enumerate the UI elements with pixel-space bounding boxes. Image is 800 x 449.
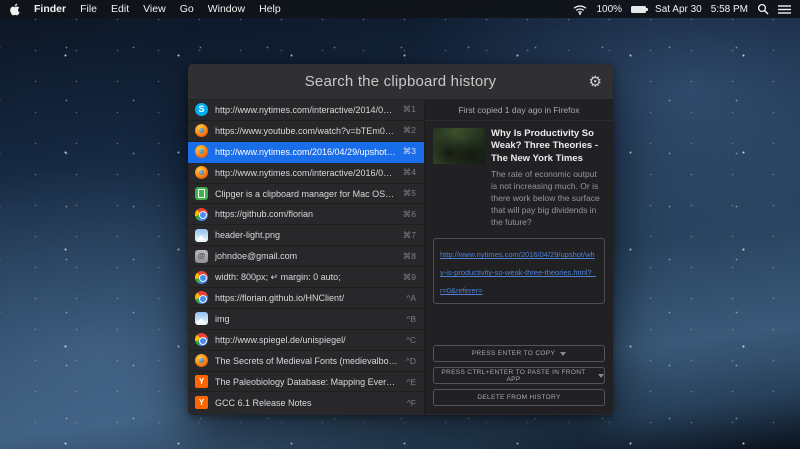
menu-window[interactable]: Window bbox=[208, 3, 245, 15]
item-shortcut: ⌘8 bbox=[402, 250, 416, 261]
item-shortcut: ⌘7 bbox=[402, 229, 416, 240]
menu-finder[interactable]: Finder bbox=[34, 3, 66, 15]
item-text: http://www.nytimes.com/interactive/2016/… bbox=[215, 167, 396, 178]
battery-icon[interactable] bbox=[631, 5, 649, 13]
hackernews-icon: Y bbox=[195, 375, 208, 389]
item-shortcut: ^B bbox=[406, 313, 416, 324]
list-item[interactable]: Y GCC 6.1 Release Notes ^F bbox=[188, 392, 424, 413]
spotlight-icon[interactable] bbox=[757, 3, 769, 15]
item-text: http://www.nytimes.com/interactive/2014/… bbox=[215, 104, 396, 115]
clipboard-history-list: S http://www.nytimes.com/interactive/201… bbox=[188, 100, 425, 414]
chevron-down-icon bbox=[560, 351, 567, 356]
firefox-icon bbox=[195, 354, 208, 368]
preview-description: The rate of economic output is not incre… bbox=[491, 169, 600, 227]
list-item[interactable]: http://www.spiegel.de/unispiegel/ ^C bbox=[188, 330, 424, 351]
item-shortcut: ⌘6 bbox=[402, 208, 416, 219]
skype-icon: S bbox=[195, 103, 208, 117]
item-shortcut: ⌘2 bbox=[402, 125, 416, 136]
menu-go[interactable]: Go bbox=[180, 3, 194, 15]
menu-time[interactable]: 5:58 PM bbox=[711, 4, 748, 15]
list-item-selected[interactable]: http://www.nytimes.com/2016/04/29/upshot… bbox=[188, 141, 424, 163]
menu-bar: Finder File Edit View Go Window Help 100… bbox=[0, 0, 800, 18]
copy-button[interactable]: PRESS ENTER TO COPY bbox=[433, 345, 605, 362]
copied-info: First copied 1 day ago in Firefox bbox=[425, 100, 613, 121]
notification-center-icon[interactable] bbox=[778, 4, 791, 15]
preview-pane: First copied 1 day ago in Firefox Why Is… bbox=[425, 100, 613, 414]
item-text: https://florian.github.io/HNClient/ bbox=[215, 292, 345, 303]
item-shortcut: ^D bbox=[405, 355, 416, 366]
item-shortcut: ^E bbox=[406, 376, 416, 387]
image-file-icon bbox=[195, 228, 208, 242]
copy-button-label: PRESS ENTER TO COPY bbox=[471, 350, 556, 357]
item-shortcut: ⌘9 bbox=[402, 271, 416, 282]
action-buttons: PRESS ENTER TO COPY PRESS CTRL+ENTER TO … bbox=[433, 345, 605, 406]
list-item[interactable]: https://florian.github.io/HNClient/ ^A bbox=[188, 288, 424, 309]
firefox-icon bbox=[195, 124, 208, 138]
preview-title: Why Is Productivity So Weak? Three Theor… bbox=[491, 128, 598, 164]
list-item[interactable]: The Secrets of Medieval Fonts (medievalb… bbox=[188, 351, 424, 372]
generic-app-icon: @ bbox=[195, 249, 208, 263]
battery-percent: 100% bbox=[596, 3, 623, 15]
menu-edit[interactable]: Edit bbox=[111, 3, 129, 15]
apple-menu-icon[interactable] bbox=[9, 3, 20, 16]
chrome-icon bbox=[195, 207, 208, 221]
menu-view[interactable]: View bbox=[143, 3, 166, 15]
item-text: header-light.png bbox=[215, 230, 281, 241]
item-text: https://www.youtube.com/watch?v=bTEm0q-V… bbox=[215, 125, 396, 136]
clipboard-panel: Search the clipboard history ⚙ S http://… bbox=[188, 64, 613, 415]
list-item[interactable]: S http://www.nytimes.com/interactive/201… bbox=[188, 100, 424, 121]
chrome-icon bbox=[195, 291, 208, 305]
clipger-app-icon bbox=[195, 187, 208, 200]
item-shortcut: ⌘5 bbox=[402, 188, 416, 198]
item-text: The Secrets of Medieval Fonts (medievalb… bbox=[215, 355, 399, 366]
article-thumbnail bbox=[433, 128, 485, 164]
menu-file[interactable]: File bbox=[80, 3, 97, 15]
menu-help[interactable]: Help bbox=[259, 3, 281, 15]
list-item[interactable]: header-light.png ⌘7 bbox=[188, 225, 424, 247]
delete-button-label: DELETE FROM HISTORY bbox=[477, 394, 561, 401]
list-item[interactable]: https://github.com/florian ⌘6 bbox=[188, 204, 424, 226]
wifi-icon[interactable] bbox=[573, 4, 587, 15]
item-text: http://www.nytimes.com/2016/04/29/upshot… bbox=[215, 146, 396, 157]
list-item[interactable]: http://www.nytimes.com/interactive/2016/… bbox=[188, 163, 424, 184]
list-item[interactable]: Clipger is a clipboard manager for Mac O… bbox=[188, 184, 424, 205]
item-shortcut: ⌘4 bbox=[402, 167, 416, 178]
item-text: The Paleobiology Database: Mapping Every… bbox=[215, 376, 399, 387]
preview-url-link[interactable]: http://www.nytimes.com/2016/04/29/upshot… bbox=[440, 250, 596, 295]
menu-date[interactable]: Sat Apr 30 bbox=[655, 4, 702, 15]
item-text: Clipger is a clipboard manager for Mac O… bbox=[215, 188, 396, 199]
image-file-icon bbox=[195, 312, 208, 326]
item-shortcut: ⌘1 bbox=[402, 104, 416, 115]
delete-from-history-button[interactable]: DELETE FROM HISTORY bbox=[433, 389, 605, 406]
list-item[interactable]: width: 800px; ↵ margin: 0 auto; ⌘9 bbox=[188, 267, 424, 289]
paste-front-app-button[interactable]: PRESS CTRL+ENTER TO PASTE IN FRONT APP bbox=[433, 367, 605, 384]
item-text: johndoe@gmail.com bbox=[215, 251, 298, 262]
firefox-icon bbox=[195, 145, 208, 159]
chrome-icon bbox=[195, 270, 208, 284]
item-text: http://www.spiegel.de/unispiegel/ bbox=[215, 334, 346, 345]
panel-header: Search the clipboard history ⚙ bbox=[188, 64, 613, 100]
item-text: GCC 6.1 Release Notes bbox=[215, 397, 312, 408]
item-shortcut: ^A bbox=[406, 292, 416, 303]
item-text: width: 800px; ↵ margin: 0 auto; bbox=[215, 271, 341, 282]
settings-gear-icon[interactable]: ⚙ bbox=[589, 74, 602, 89]
list-item[interactable]: Y The Paleobiology Database: Mapping Eve… bbox=[188, 372, 424, 393]
item-shortcut: ^C bbox=[405, 334, 416, 345]
hackernews-icon: Y bbox=[195, 396, 208, 410]
chevron-down-icon bbox=[598, 373, 604, 378]
firefox-icon bbox=[195, 166, 208, 180]
search-input[interactable]: Search the clipboard history bbox=[305, 73, 497, 90]
list-item[interactable]: img ^B bbox=[188, 309, 424, 330]
list-item[interactable]: @ johndoe@gmail.com ⌘8 bbox=[188, 246, 424, 268]
url-box: http://www.nytimes.com/2016/04/29/upshot… bbox=[433, 238, 605, 305]
item-text: img bbox=[215, 313, 230, 324]
item-text: https://github.com/florian bbox=[215, 209, 314, 220]
item-shortcut: ^F bbox=[406, 397, 416, 408]
chrome-icon bbox=[195, 333, 208, 347]
list-item[interactable]: https://www.youtube.com/watch?v=bTEm0q-V… bbox=[188, 121, 424, 142]
item-shortcut: ⌘3 bbox=[402, 146, 416, 157]
paste-button-label: PRESS CTRL+ENTER TO PASTE IN FRONT APP bbox=[441, 368, 586, 383]
